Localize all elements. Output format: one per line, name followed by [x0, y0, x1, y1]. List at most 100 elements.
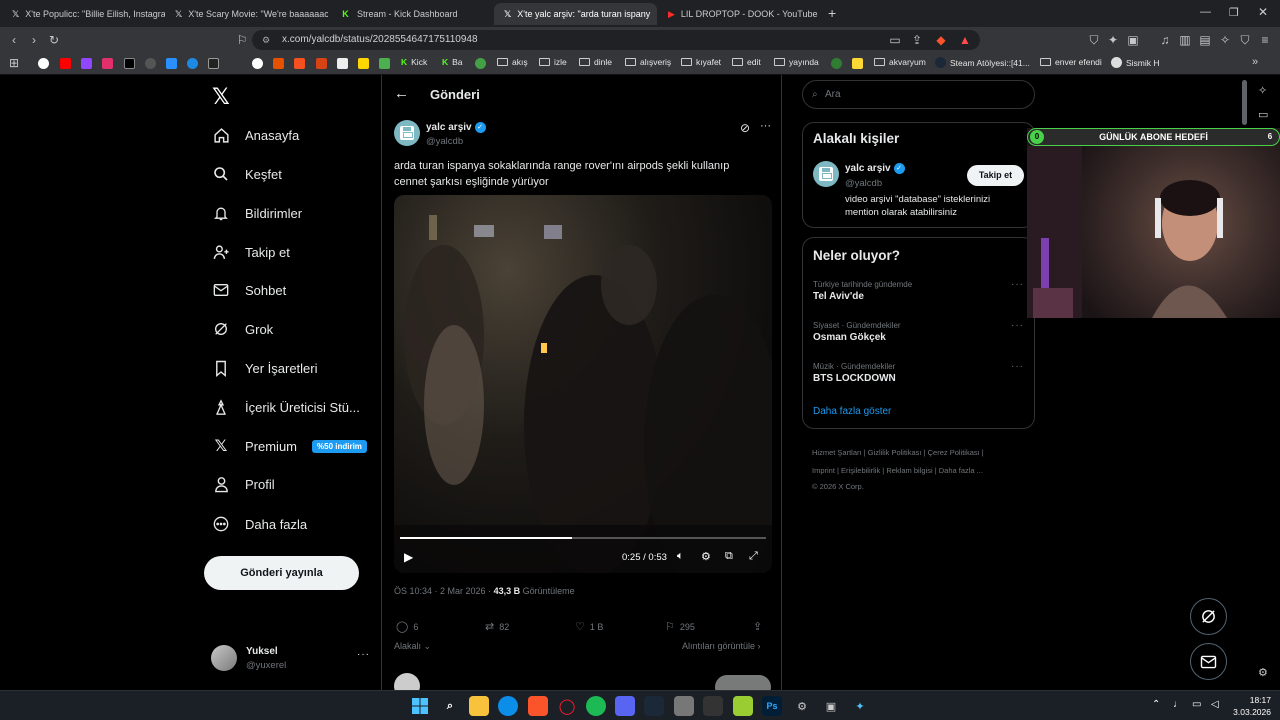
app-icon[interactable] [703, 696, 723, 716]
shield-icon[interactable]: ⛉ [1238, 33, 1252, 47]
settings-icon[interactable]: ⚙ [701, 550, 711, 563]
google-icon[interactable] [38, 58, 49, 69]
imprint-link[interactable]: Imprint [812, 466, 835, 475]
bookmark-folder[interactable]: yayında [774, 57, 819, 67]
menu-icon[interactable]: ≡ [1258, 33, 1272, 47]
instagram-icon[interactable] [102, 58, 113, 69]
nav-grok[interactable]: Grok [212, 315, 273, 343]
close-window-icon[interactable]: ✕ [1258, 5, 1268, 19]
more-footer-link[interactable]: Daha fazla ... [939, 466, 983, 475]
cast-icon[interactable]: ▭ [888, 33, 902, 47]
bookmark-folder[interactable]: izle [539, 57, 567, 67]
amazon-icon[interactable] [337, 58, 348, 69]
spotify-icon[interactable] [586, 696, 606, 716]
nav-more[interactable]: Daha fazla [212, 510, 307, 538]
nav-creator-studio[interactable]: İçerik Üreticisi Stü... [212, 393, 360, 421]
settings-icon[interactable]: ⚙ [1258, 666, 1268, 679]
search-input[interactable]: ⌕ Ara [802, 80, 1035, 109]
grok-icon[interactable]: ⊘ [740, 121, 750, 135]
back-icon[interactable]: ‹ [7, 33, 21, 47]
video-player[interactable]: ▶ 0:25 / 0:53 🔈︎ ⚙ ⧉ ⤢ [394, 195, 772, 573]
mic-icon[interactable]: ♩ [1173, 699, 1183, 710]
like-button[interactable]: ♡ 1 B [575, 620, 603, 633]
messages-floating-button[interactable] [1190, 643, 1227, 680]
network-icon[interactable]: ▭ [1192, 699, 1201, 710]
calculator-icon[interactable] [674, 696, 694, 716]
person-avatar[interactable] [813, 161, 839, 187]
more-icon[interactable]: ··· [1011, 279, 1024, 290]
account-switcher[interactable]: Yuksel @yuxerel ··· [211, 645, 371, 673]
forward-icon[interactable]: › [27, 33, 41, 47]
brave-icon[interactable] [528, 696, 548, 716]
app-icon[interactable]: ✦ [850, 696, 870, 716]
grok-floating-button[interactable] [1190, 598, 1227, 635]
browser-tab[interactable]: 𝕏 X'te Scary Movie: "We're baaaaaack. [165, 3, 328, 25]
bookmark-icon[interactable] [166, 58, 177, 69]
author-name-row[interactable]: yalc arşiv ✓ [426, 122, 486, 133]
sidebar-panel-icon[interactable]: ▭ [1258, 108, 1268, 121]
trend-item[interactable]: Türkiye tarihinde gündemde Tel Aviv'de [813, 280, 1023, 302]
bookmark-folder[interactable]: dinle [579, 57, 612, 67]
start-icon[interactable] [410, 696, 430, 716]
terms-link[interactable]: Hizmet Şartları [812, 448, 862, 457]
more-icon[interactable]: ··· [1011, 320, 1024, 331]
x-icon[interactable] [124, 58, 135, 69]
bookmark-icon[interactable] [252, 58, 263, 69]
bookmark-icon[interactable] [273, 58, 284, 69]
more-icon[interactable]: ··· [760, 120, 771, 132]
tray-chevron-icon[interactable]: ⌃ [1152, 699, 1160, 710]
privacy-link[interactable]: Gizlilik Politikası [868, 448, 922, 457]
browser-tab[interactable]: K Stream - Kick Dashboard [330, 3, 493, 25]
bookmark-folder[interactable]: akış [497, 57, 528, 67]
vpn-icon[interactable]: ⛉ [1087, 33, 1101, 47]
bookmark-icon[interactable] [208, 58, 219, 69]
person-name-row[interactable]: yalc arşiv ✓ [845, 163, 905, 174]
pip-icon[interactable]: ⧉ [725, 550, 733, 563]
clock[interactable]: 18:17 3.03.2026 [1227, 694, 1271, 718]
x-logo-icon[interactable]: 𝕏 [212, 84, 230, 110]
more-bookmarks-icon[interactable]: » [1252, 56, 1258, 68]
minimize-icon[interactable]: — [1200, 6, 1211, 18]
bookmark-folder[interactable]: akvaryum [874, 57, 926, 67]
app-icon[interactable] [733, 696, 753, 716]
nav-follow[interactable]: Takip et [212, 238, 290, 266]
browser-tab[interactable]: ▶ LIL DROPTOP - DOOK - YouTube [658, 3, 821, 25]
twitch-icon[interactable] [81, 58, 92, 69]
app-icon[interactable]: ▣ [821, 696, 841, 716]
reload-icon[interactable]: ↻ [47, 33, 61, 47]
app-icon[interactable]: ⚙ [792, 696, 812, 716]
file-explorer-icon[interactable] [469, 696, 489, 716]
accessibility-link[interactable]: Erişilebilirlik [841, 466, 880, 475]
browser-tab[interactable]: 𝕏 X'te Populicc: "Billie Eilish, Instagr… [2, 3, 165, 25]
sidebar-panel-icon[interactable]: ✧ [1258, 84, 1267, 97]
youtube-icon[interactable] [60, 58, 71, 69]
url-field[interactable]: ⚙ x.com/yalcdb/status/202855464717511094… [252, 30, 980, 50]
show-more-link[interactable]: Daha fazla göster [813, 406, 891, 417]
bookmark-folder[interactable]: kıyafet [681, 57, 721, 67]
bookmark-steam[interactable]: Steam Atölyesi::[41... [935, 57, 1030, 68]
bookmark-page-icon[interactable]: ⚐ [235, 33, 249, 47]
scrollbar[interactable] [1242, 80, 1247, 125]
nav-chat[interactable]: Sohbet [212, 276, 286, 304]
nav-profile[interactable]: Profil [212, 470, 275, 498]
video-progress-track[interactable] [400, 537, 766, 539]
new-tab-button[interactable]: + [828, 5, 836, 21]
nav-notifications[interactable]: Bildirimler [212, 199, 302, 227]
more-icon[interactable]: ··· [357, 649, 370, 660]
fullscreen-icon[interactable]: ⤢ [749, 550, 758, 563]
reply-button[interactable]: ◯ 6 [396, 620, 418, 633]
extension-icon[interactable]: ▣ [1126, 33, 1140, 47]
media-icon[interactable]: ♫ [1158, 33, 1172, 47]
author-avatar[interactable] [394, 120, 420, 146]
bookmark-icon[interactable] [187, 58, 198, 69]
brave-rewards-icon[interactable]: ▲ [958, 33, 972, 47]
restore-icon[interactable]: ❐ [1229, 6, 1239, 19]
cookie-link[interactable]: Çerez Politikası [928, 448, 980, 457]
play-icon[interactable]: ▶ [404, 550, 413, 564]
follow-button[interactable]: Takip et [967, 165, 1024, 186]
nav-premium[interactable]: 𝕏 Premium %50 indirim [212, 432, 367, 460]
bookmark-kick[interactable]: K Kick [401, 57, 427, 67]
opera-icon[interactable]: ◯ [557, 696, 577, 716]
view-quotes-link[interactable]: Alıntıları görüntüle › [682, 641, 761, 651]
bookmark-icon[interactable] [852, 58, 863, 69]
